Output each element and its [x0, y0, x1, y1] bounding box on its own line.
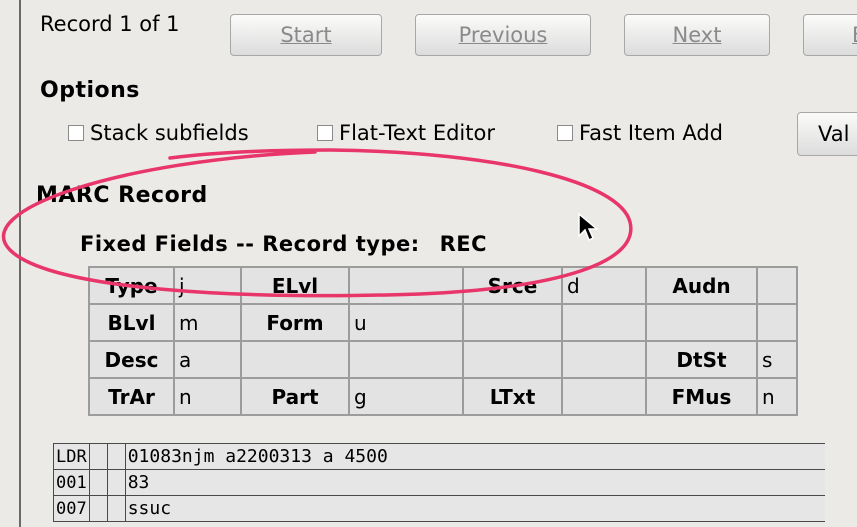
fixed-field-label: FMus [645, 377, 758, 416]
variable-field-row: 001 83 [53, 469, 826, 496]
fixed-field-value[interactable] [348, 266, 464, 305]
start-button-label: Start [280, 23, 332, 47]
end-button[interactable]: E [803, 14, 857, 56]
fixed-field-label [462, 340, 563, 379]
fixed-field-label: Srce [462, 266, 563, 305]
indicator-2[interactable] [106, 495, 126, 522]
indicator-1[interactable] [88, 469, 108, 496]
variable-field-row: 007 ssuc [53, 495, 826, 522]
fixed-field-label: TrAr [88, 377, 175, 416]
fixed-field-value[interactable] [756, 266, 798, 305]
fixed-field-value[interactable]: n [173, 377, 242, 416]
fixed-field-label [240, 340, 350, 379]
fixed-field-value[interactable]: n [756, 377, 798, 416]
variable-field-row: LDR 01083njm a2200313 a 4500 [53, 443, 826, 470]
validate-button-label: Val [818, 122, 850, 146]
fixed-field-value[interactable] [348, 340, 464, 379]
marc-record-heading: MARC Record [36, 183, 208, 208]
fixed-field-label: LTxt [462, 377, 563, 416]
fixed-field-label: Audn [645, 266, 758, 305]
field-tag[interactable]: LDR [53, 443, 90, 470]
fixed-field-label: DtSt [645, 340, 758, 379]
fixed-field-value[interactable]: d [561, 266, 647, 305]
fixed-field-row: BLvl m Form u [88, 303, 798, 342]
fixed-field-label: ELvl [240, 266, 350, 305]
checkbox-icon[interactable] [68, 125, 84, 141]
validate-button[interactable]: Val [797, 112, 857, 156]
fixed-field-value[interactable]: s [756, 340, 798, 379]
fixed-field-label: Part [240, 377, 350, 416]
fixed-field-value[interactable] [561, 303, 647, 342]
field-content[interactable]: 83 [124, 469, 826, 496]
fixed-field-row: TrAr n Part g LTxt FMus n [88, 377, 798, 416]
stack-subfields-label: Stack subfields [90, 121, 249, 145]
mouse-pointer-icon [578, 212, 600, 242]
previous-button-label: Previous [458, 23, 548, 47]
flat-text-editor-label: Flat-Text Editor [339, 121, 495, 145]
fixed-fields-label: Fixed Fields -- Record type: [80, 232, 420, 256]
indicator-2[interactable] [106, 443, 126, 470]
fast-item-add-label: Fast Item Add [579, 121, 724, 145]
next-button-label: Next [672, 23, 722, 47]
fixed-field-value[interactable]: u [348, 303, 464, 342]
start-button[interactable]: Start [230, 14, 382, 56]
record-count: Record 1 of 1 [40, 12, 180, 36]
left-border [19, 0, 21, 527]
fixed-field-value[interactable] [561, 377, 647, 416]
field-tag[interactable]: 001 [53, 469, 90, 496]
fast-item-add-checkbox[interactable]: Fast Item Add [557, 121, 723, 145]
fixed-field-value[interactable] [561, 340, 647, 379]
checkbox-icon[interactable] [557, 125, 573, 141]
fixed-field-value[interactable]: j [173, 266, 242, 305]
fixed-field-label [462, 303, 563, 342]
flat-text-editor-checkbox[interactable]: Flat-Text Editor [317, 121, 495, 145]
fixed-field-value[interactable] [756, 303, 798, 342]
end-button-label: E [852, 23, 857, 47]
previous-button[interactable]: Previous [415, 14, 591, 56]
fixed-fields-heading: Fixed Fields -- Record type: REC [80, 232, 487, 256]
fixed-fields-table: Type j ELvl Srce d Audn BLvl m Form u Desc a DtSt s Tr… [88, 266, 798, 416]
field-content[interactable]: ssuc [124, 495, 826, 522]
fixed-field-label: Type [88, 266, 175, 305]
stack-subfields-checkbox[interactable]: Stack subfields [68, 121, 249, 145]
fixed-field-label: BLvl [88, 303, 175, 342]
field-content[interactable]: 01083njm a2200313 a 4500 [124, 443, 826, 470]
fixed-field-value[interactable]: a [173, 340, 242, 379]
options-heading: Options [40, 78, 140, 103]
fixed-field-label: Form [240, 303, 350, 342]
fixed-field-label: Desc [88, 340, 175, 379]
fixed-field-row: Type j ELvl Srce d Audn [88, 266, 798, 305]
fixed-field-value[interactable]: g [348, 377, 464, 416]
fixed-field-row: Desc a DtSt s [88, 340, 798, 379]
fixed-field-label [645, 303, 758, 342]
variable-fields-table: LDR 01083njm a2200313 a 4500 001 83 007 ssuc [53, 443, 826, 522]
indicator-1[interactable] [88, 495, 108, 522]
indicator-1[interactable] [88, 443, 108, 470]
next-button[interactable]: Next [624, 14, 770, 56]
record-type-value: REC [439, 232, 488, 256]
field-tag[interactable]: 007 [53, 495, 90, 522]
indicator-2[interactable] [106, 469, 126, 496]
checkbox-icon[interactable] [317, 125, 333, 141]
fixed-field-value[interactable]: m [173, 303, 242, 342]
